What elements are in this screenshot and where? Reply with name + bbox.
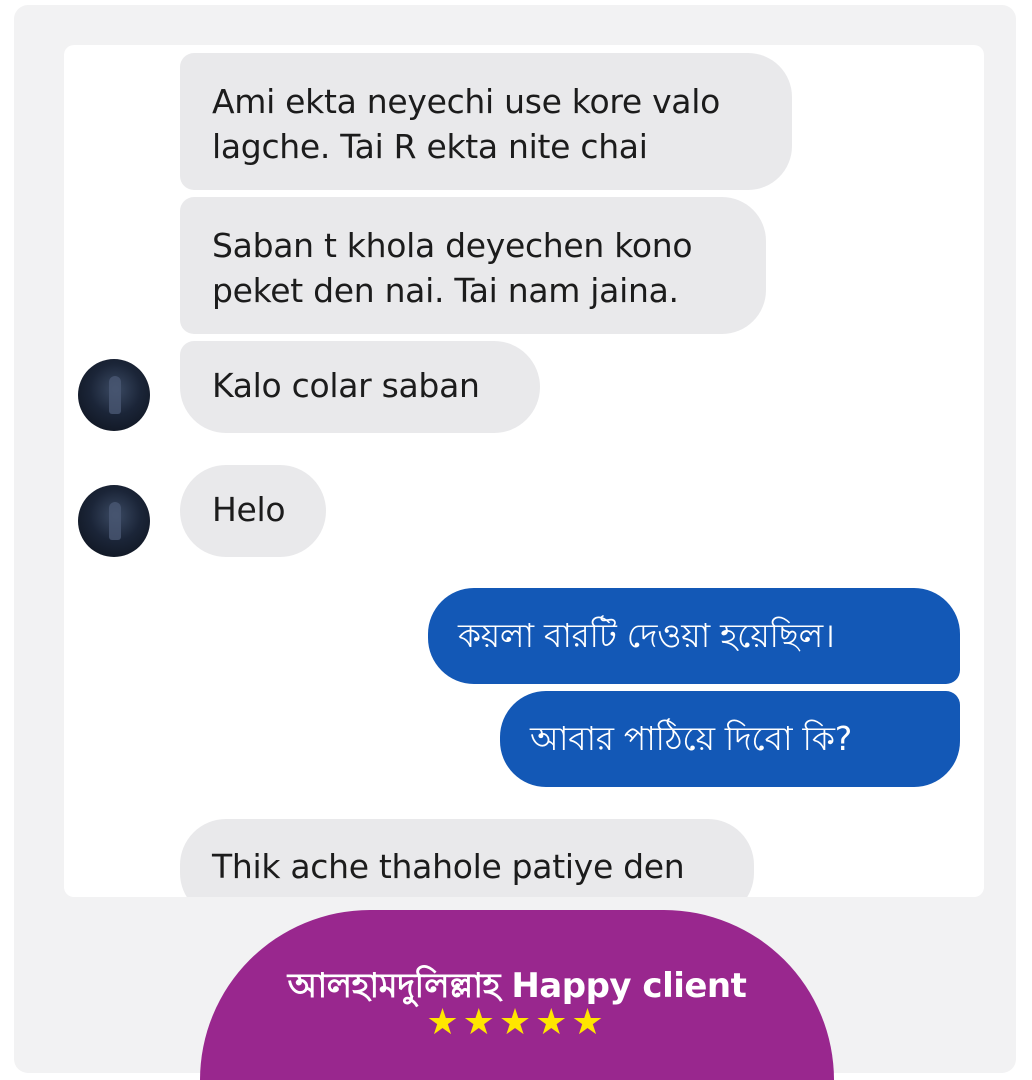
happy-client-banner: আলহামদুলিল্লাহ Happy client ★★★★★ bbox=[200, 910, 834, 1080]
message-incoming-1[interactable]: Ami ekta neyechi use kore valo lagche. T… bbox=[180, 53, 792, 190]
avatar-figure bbox=[109, 376, 121, 414]
message-outgoing-2[interactable]: আবার পাঠিয়ে দিবো কি? bbox=[500, 691, 960, 787]
message-incoming-2[interactable]: Saban t khola deyechen kono peket den na… bbox=[180, 197, 766, 334]
chat-thread: Ami ekta neyechi use kore valo lagche. T… bbox=[64, 45, 984, 897]
contact-avatar[interactable] bbox=[78, 359, 150, 431]
avatar-figure bbox=[109, 502, 121, 540]
message-outgoing-1[interactable]: কয়লা বারটি দেওয়া হয়েছিল। bbox=[428, 588, 960, 684]
message-incoming-5[interactable]: Thik ache thahole patiye den bbox=[180, 819, 754, 897]
message-incoming-3[interactable]: Kalo colar saban bbox=[180, 341, 540, 433]
rating-stars: ★★★★★ bbox=[426, 1002, 608, 1043]
contact-avatar[interactable] bbox=[78, 485, 150, 557]
message-incoming-4[interactable]: Helo bbox=[180, 465, 326, 557]
